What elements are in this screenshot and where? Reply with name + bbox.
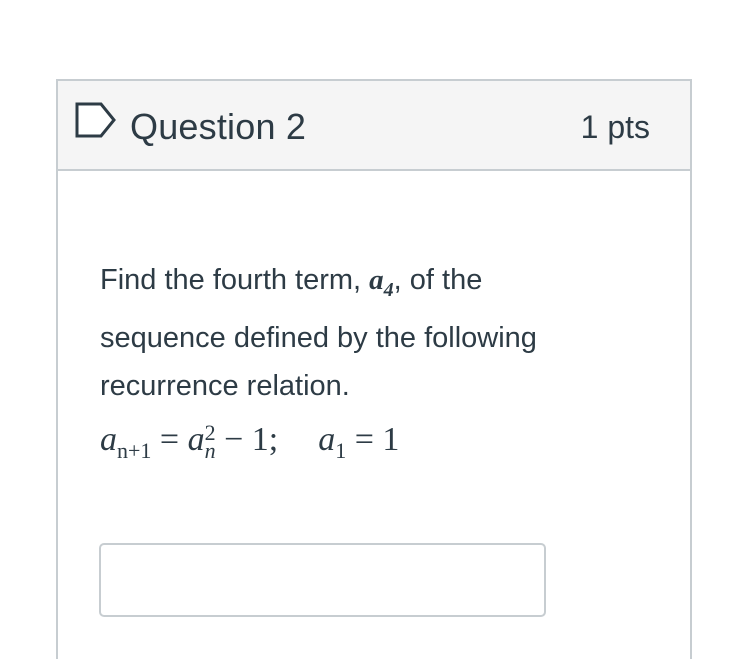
term-var-subscript: 4 (383, 278, 394, 301)
eq-lhs-var: a (100, 421, 117, 458)
term-var-letter: a (369, 264, 384, 296)
eq-init-var: a (318, 421, 336, 458)
eq-init-subscript: 1 (335, 437, 347, 463)
eq-rhs-subscript: n (204, 438, 216, 464)
eq-lhs-subscript: n+1 (117, 437, 152, 463)
recurrence-equation: an+1 = a2n − 1; a1 = 1 (100, 421, 399, 464)
eq-rhs-scripts: 2n (204, 422, 216, 464)
eq-rhs-var: a (187, 421, 205, 458)
question-header: Question 2 1 pts (58, 81, 690, 171)
question-text-before: Find the fourth term, (100, 264, 370, 296)
term-variable: a4 (369, 264, 394, 301)
question-text: Find the fourth term, a4, of the sequenc… (100, 256, 600, 410)
question-points: 1 pts (580, 109, 650, 145)
answer-input[interactable] (99, 543, 546, 617)
eq-rhs-rest: − 1; (215, 421, 279, 458)
eq-init-rest: = 1 (346, 421, 400, 458)
question-title: Question 2 (130, 106, 307, 147)
flag-outline-icon[interactable] (74, 101, 118, 139)
eq-equals: = (151, 421, 188, 458)
question-card: Question 2 1 pts Find the fourth term, a… (56, 79, 692, 659)
